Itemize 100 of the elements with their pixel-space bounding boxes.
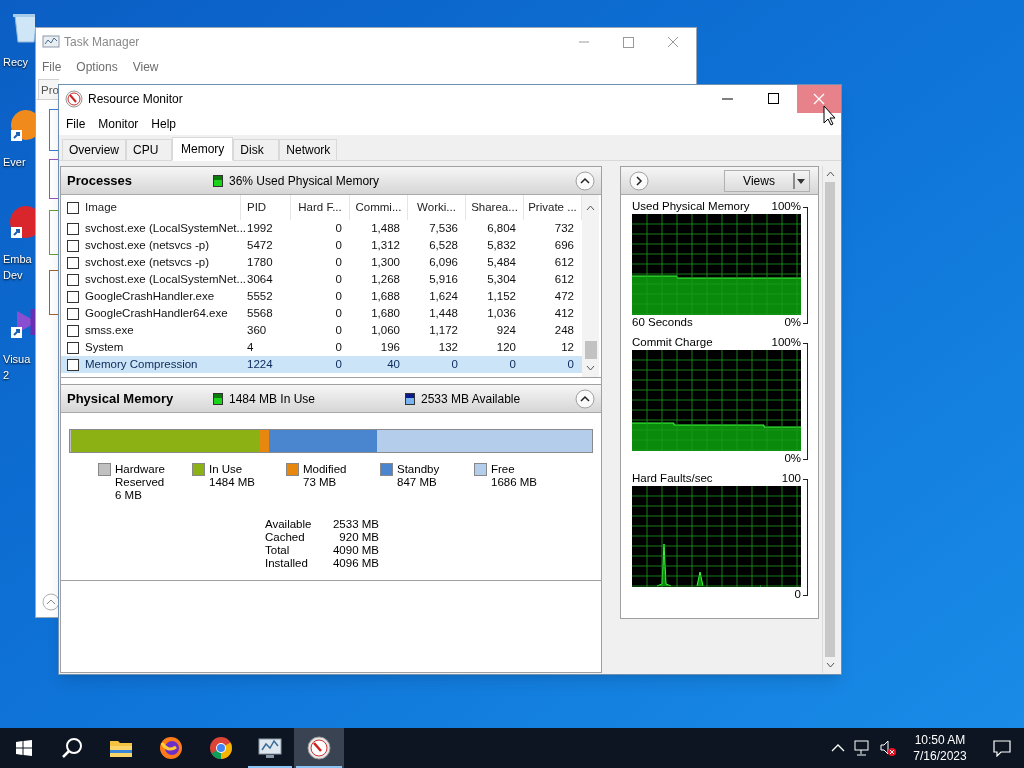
table-cell-text: 1992 xyxy=(247,220,273,236)
table-cell-text: 1,268 xyxy=(371,271,400,287)
desktop-icon-label[interactable]: Ever xyxy=(3,154,26,170)
task-manager-icon xyxy=(42,34,60,50)
desktop-icon-label[interactable]: Recy xyxy=(3,54,29,70)
scroll-down-icon[interactable] xyxy=(825,660,835,670)
checkbox[interactable] xyxy=(67,273,79,286)
checkbox[interactable] xyxy=(67,290,79,303)
tab[interactable]: Memory xyxy=(172,137,234,161)
table-row[interactable]: GoogleCrashHandler64.exe 5568 0 1,680 1,448 1,036 412 xyxy=(61,305,582,322)
table-cell-text: 1,680 xyxy=(371,305,400,321)
column-header[interactable]: PID xyxy=(247,198,267,217)
scrollbar[interactable] xyxy=(582,195,599,377)
collapse-button[interactable] xyxy=(42,593,60,611)
clock[interactable]: 10:50 AM 7/16/2023 xyxy=(908,732,972,764)
checkbox[interactable] xyxy=(67,341,79,354)
table-cell-text: 5,304 xyxy=(487,271,516,287)
table-row[interactable]: System 4 0 196 132 120 12 xyxy=(61,339,582,356)
checkbox[interactable] xyxy=(67,222,79,235)
legend-swatch-icon xyxy=(213,392,223,405)
column-header[interactable]: Commi... xyxy=(355,198,402,217)
tab[interactable]: Pro xyxy=(38,79,59,99)
summary-label: Total xyxy=(265,544,291,557)
table-cell-text: 0 xyxy=(335,237,342,253)
table-cell-text: 696 xyxy=(554,237,574,253)
scroll-up-icon[interactable] xyxy=(586,203,595,213)
menu-item[interactable]: Options xyxy=(76,58,118,76)
table-cell-text: 472 xyxy=(554,288,574,304)
column-header[interactable]: Private ... xyxy=(528,198,577,217)
dropdown-arrow-icon[interactable] xyxy=(793,171,807,190)
table-cell-text: 5,832 xyxy=(487,237,516,253)
taskbar-button[interactable] xyxy=(294,728,344,768)
column-header[interactable]: Worki... xyxy=(417,198,456,217)
column-header[interactable]: Sharea... xyxy=(471,198,518,217)
chevron-up-icon[interactable] xyxy=(831,743,845,753)
scrollbar-thumb[interactable] xyxy=(584,341,597,359)
views-button[interactable]: Views xyxy=(724,169,810,192)
tab[interactable]: CPU xyxy=(126,139,172,160)
checkbox[interactable] xyxy=(67,239,79,252)
menu-item[interactable]: File xyxy=(42,58,62,76)
table-cell-text: 0 xyxy=(335,339,342,355)
notification-icon[interactable] xyxy=(992,739,1012,757)
table-cell-text: smss.exe xyxy=(85,322,134,338)
menu-item[interactable]: Monitor xyxy=(98,115,139,133)
axis-label: 100 xyxy=(781,471,801,487)
tab[interactable]: Disk xyxy=(233,139,280,160)
desktop-icon-label[interactable]: Dev xyxy=(3,267,23,283)
desktop-icon-label[interactable]: Visua xyxy=(3,351,31,367)
axis-label: 0 xyxy=(794,587,801,603)
collapse-button[interactable] xyxy=(575,170,595,191)
status-text: 2533 MB Available xyxy=(421,390,521,408)
table-row[interactable]: svchost.exe (LocalSystemNet...3064 0 1,268 5,916 5,304 612 xyxy=(61,271,582,288)
table-row[interactable]: smss.exe 360 0 1,060 1,172 924 248 xyxy=(61,322,582,339)
table-cell-text: 1,448 xyxy=(429,305,458,321)
scroll-up-icon[interactable] xyxy=(825,169,835,179)
desktop-icon-label[interactable]: Emba xyxy=(3,251,32,267)
app-shortcut-icon[interactable] xyxy=(9,108,35,144)
checkbox[interactable] xyxy=(67,358,79,371)
checkbox[interactable] xyxy=(67,307,79,320)
gauge-icon xyxy=(307,736,331,760)
table-cell-text: 1,688 xyxy=(371,288,400,304)
menu-item[interactable]: File xyxy=(66,115,86,133)
legend-label: Hardware Reserved xyxy=(115,463,166,489)
table-row[interactable]: svchost.exe (netsvcs -p) 1780 0 1,300 6,096 5,484 612 xyxy=(61,254,582,271)
table-cell-text: 120 xyxy=(496,339,516,355)
checkbox[interactable] xyxy=(67,201,79,214)
app-shortcut-icon[interactable] xyxy=(9,205,35,241)
table-cell-text: 0 xyxy=(451,356,458,372)
table-cell-text: svchost.exe (netsvcs -p) xyxy=(85,237,209,253)
table-cell-text: 1,036 xyxy=(487,305,516,321)
legend-value: 73 MB xyxy=(303,476,338,489)
resource-monitor-icon xyxy=(65,90,83,108)
scrollbar[interactable] xyxy=(822,166,837,673)
menu-item[interactable]: Help xyxy=(151,115,177,133)
graph-title: Commit Charge xyxy=(632,335,713,351)
table-row[interactable]: svchost.exe (netsvcs -p) 5472 0 1,312 6,528 5,832 696 xyxy=(61,237,582,254)
table-cell-text: 732 xyxy=(554,220,574,236)
table-cell-text: svchost.exe (LocalSystemNet... xyxy=(85,271,247,287)
muted-speaker-icon[interactable] xyxy=(879,739,897,757)
running-indicator xyxy=(248,766,292,768)
legend-label: Free xyxy=(491,463,516,476)
scrollbar-thumb[interactable] xyxy=(825,182,835,657)
table-row[interactable]: GoogleCrashHandler.exe 5552 0 1,688 1,624 1,152 472 xyxy=(61,288,582,305)
scroll-down-icon[interactable] xyxy=(586,363,595,373)
menu-item[interactable]: View xyxy=(132,58,159,76)
expand-button[interactable] xyxy=(629,170,649,191)
table-row[interactable]: svchost.exe (LocalSystemNet...1992 0 1,488 7,536 6,804 732 xyxy=(61,220,582,237)
column-header[interactable]: Hard F... xyxy=(298,198,342,217)
tab[interactable]: Network xyxy=(279,139,338,160)
axis-label: 100% xyxy=(771,199,801,215)
table-cell-text: 0 xyxy=(335,322,342,338)
checkbox[interactable] xyxy=(67,256,79,269)
collapse-button[interactable] xyxy=(575,388,595,409)
table-cell-text: svchost.exe (LocalSystemNet... xyxy=(85,220,247,236)
table-cell-text: 0 xyxy=(335,288,342,304)
desktop-icon-label[interactable]: 2 xyxy=(3,367,10,383)
tab[interactable]: Overview xyxy=(62,139,126,160)
table-row[interactable]: Memory Compression 1224 0 40 0 0 0 xyxy=(61,356,582,373)
checkbox[interactable] xyxy=(67,324,79,337)
column-header[interactable]: Image xyxy=(85,198,117,217)
